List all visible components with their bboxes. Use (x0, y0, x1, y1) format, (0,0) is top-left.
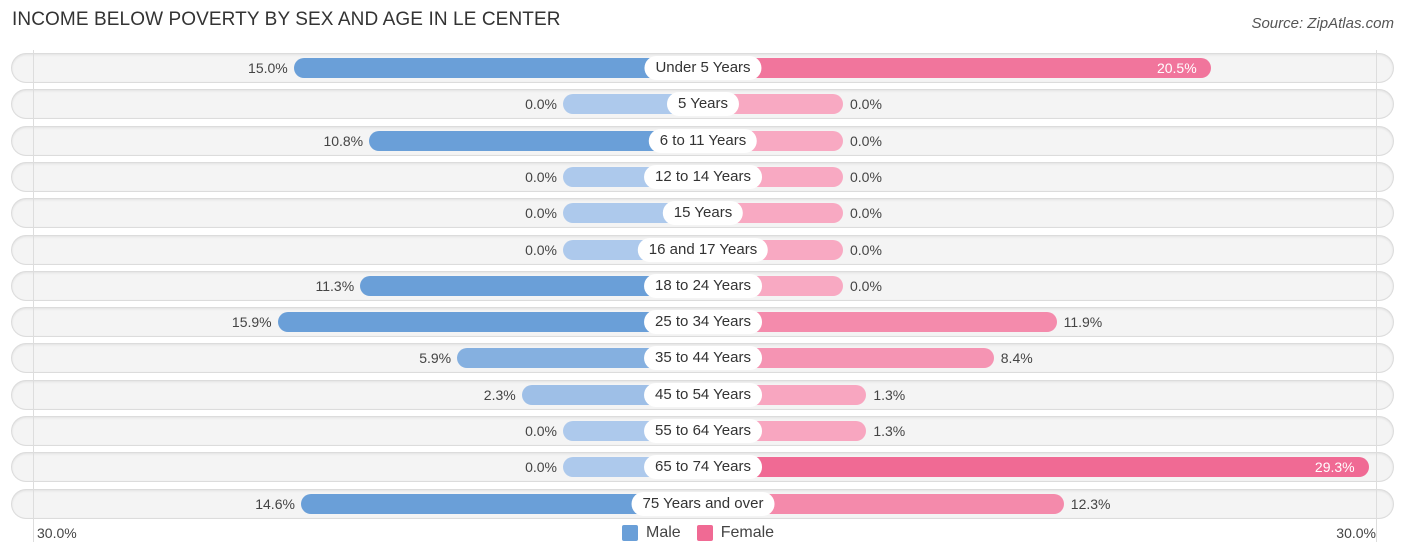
value-label-male: 14.6% (255, 495, 295, 512)
axis-right-label: 30.0% (1336, 525, 1376, 541)
legend-label-female: Female (720, 524, 775, 541)
chart-row: 0.0% 0.0% 15 Years (12, 199, 1393, 228)
category-label: 35 to 44 Years (644, 346, 762, 371)
value-label-female: 0.0% (850, 132, 882, 149)
category-label: 18 to 24 Years (644, 273, 762, 298)
chart-row: 0.0% 0.0% 16 and 17 Years (12, 235, 1393, 264)
value-label-male: 10.8% (323, 132, 364, 149)
bar-female (703, 457, 1369, 478)
chart-row: 11.3% 0.0% 18 to 24 Years (12, 271, 1393, 300)
value-label-male: 5.9% (419, 350, 452, 367)
chart-row: 15.0% 20.5% Under 5 Years (12, 54, 1393, 82)
category-label: 75 Years and over (631, 491, 775, 516)
chart-row: 0.0% 29.3% 65 to 74 Years (12, 453, 1393, 482)
value-label-female: 1.3% (873, 386, 906, 403)
chart-row: 14.6% 12.3% 75 Years and over (12, 489, 1393, 518)
category-label: 5 Years (666, 92, 740, 117)
value-label-male: 15.9% (231, 314, 272, 331)
category-label: 25 to 34 Years (644, 310, 762, 335)
value-label-male: 2.3% (483, 386, 516, 403)
axis-left-label: 30.0% (37, 525, 77, 541)
value-label-male: 0.0% (525, 459, 557, 476)
legend: Male Female (622, 524, 774, 542)
category-label: 45 to 54 Years (644, 382, 762, 407)
chart-title: INCOME BELOW POVERTY BY SEX AND AGE IN L… (12, 9, 561, 30)
left-axis-line (33, 50, 34, 542)
value-label-female: 8.4% (1000, 350, 1033, 367)
category-label: 12 to 14 Years (644, 164, 762, 189)
legend-swatch-female (696, 525, 713, 541)
value-label-female: 29.3% (1314, 459, 1355, 476)
bar-female (703, 58, 1211, 78)
value-label-female: 0.0% (850, 241, 882, 258)
chart-row: 5.9% 8.4% 35 to 44 Years (12, 344, 1393, 373)
category-label: 16 and 17 Years (637, 237, 769, 262)
value-label-female: 0.0% (850, 205, 882, 222)
chart-row: 0.0% 0.0% 12 to 14 Years (12, 162, 1393, 191)
category-label: 6 to 11 Years (648, 128, 758, 153)
category-label: 65 to 74 Years (644, 455, 762, 480)
value-label-female: 12.3% (1070, 495, 1111, 512)
value-label-male: 15.0% (248, 60, 288, 76)
category-label: 55 to 64 Years (644, 419, 762, 443)
chart-row: 15.9% 11.9% 25 to 34 Years (12, 308, 1393, 337)
value-label-male: 0.0% (525, 205, 557, 222)
category-label: Under 5 Years (644, 56, 762, 80)
chart-row: 10.8% 0.0% 6 to 11 Years (12, 126, 1393, 155)
value-label-male: 0.0% (525, 423, 557, 439)
chart-row: 2.3% 1.3% 45 to 54 Years (12, 380, 1393, 409)
value-label-female: 11.9% (1063, 314, 1103, 331)
value-label-male: 0.0% (525, 168, 557, 185)
value-label-female: 0.0% (850, 277, 882, 294)
source-label: Source: ZipAtlas.com (1251, 15, 1394, 32)
bar-male (293, 58, 703, 78)
bar-male (277, 312, 703, 333)
legend-label-male: Male (646, 524, 681, 541)
right-axis-line (1376, 50, 1377, 542)
value-label-female: 20.5% (1156, 60, 1197, 76)
value-label-male: 11.3% (315, 277, 355, 294)
value-label-female: 0.0% (850, 96, 882, 113)
value-label-male: 0.0% (525, 241, 557, 258)
category-label: 15 Years (662, 201, 744, 226)
value-label-female: 0.0% (850, 168, 882, 185)
value-label-male: 0.0% (525, 96, 557, 113)
value-label-female: 1.3% (873, 423, 906, 439)
chart-row: 0.0% 0.0% 5 Years (12, 90, 1393, 119)
chart-container: INCOME BELOW POVERTY BY SEX AND AGE IN L… (0, 0, 1406, 558)
chart-row: 0.0% 1.3% 55 to 64 Years (12, 417, 1393, 445)
legend-swatch-male (622, 525, 638, 541)
